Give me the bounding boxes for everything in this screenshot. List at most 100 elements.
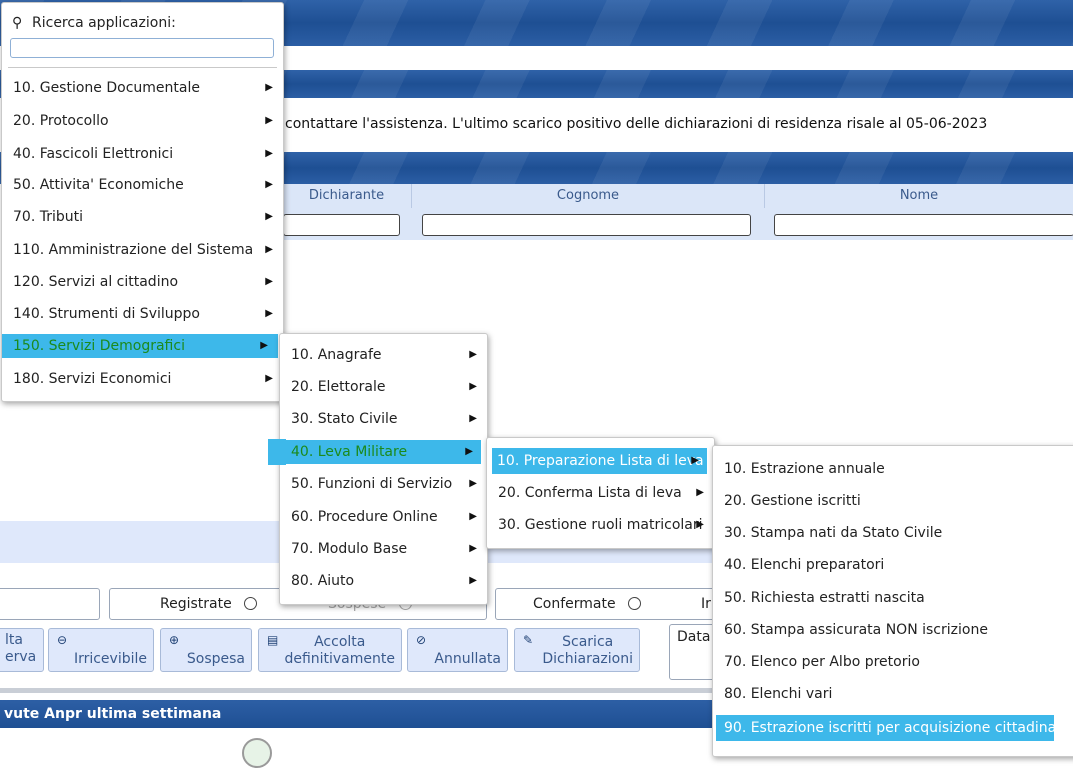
servizi-demografici-submenu: 10. Anagrafe ▶ 20. Elettorale ▶ 30. Stato … [279, 333, 488, 605]
ban-icon: ⊘ [416, 633, 427, 647]
radio-confermate-label: Confermate [533, 596, 616, 612]
button-label: Accolta [314, 634, 366, 650]
search-icon: ⚲ [12, 15, 23, 31]
menu-item-label: 110. Amministrazione del Sistema [13, 242, 254, 258]
menu-item-preparazione-lista[interactable]: 10. Preparazione Lista di leva ▶ [492, 448, 707, 474]
button-label: Annullata [434, 651, 501, 667]
menu-item-label: 50. Richiesta estratti nascita [724, 590, 925, 606]
menu-item-elenchi-preparatori[interactable]: 40. Elenchi preparatori [713, 553, 1073, 577]
column-header-label: Cognome [556, 188, 620, 203]
filter-cognome-input[interactable] [422, 214, 751, 236]
menu-item-label: 10. Preparazione Lista di leva [497, 453, 704, 469]
button-label: erva [5, 649, 37, 665]
radio-circle-icon [628, 596, 642, 610]
menu-item-servizi-cittadino[interactable]: 120. Servizi al cittadino ▶ [2, 270, 283, 294]
menu-item-procedure-online[interactable]: 60. Procedure Online ▶ [280, 505, 487, 529]
menu-item-aiuto[interactable]: 80. Aiuto ▶ [280, 569, 487, 593]
menu-item-label: 140. Strumenti di Sviluppo [13, 306, 200, 322]
radio-cut-label: Ir [701, 596, 711, 612]
annullata-button[interactable]: ⊘ Annullata [407, 628, 508, 672]
menu-item-modulo-base[interactable]: 70. Modulo Base ▶ [280, 537, 487, 561]
minus-circle-icon: ⊖ [57, 633, 68, 647]
arrow-right-icon: ▶ [265, 244, 273, 255]
arrow-right-icon: ▶ [265, 276, 273, 287]
menu-item-gestione-iscritti[interactable]: 20. Gestione iscritti [713, 489, 1073, 513]
menu-item-label: 150. Servizi Demografici [13, 338, 185, 354]
arrow-right-icon: ▶ [265, 211, 273, 222]
column-header-cognome[interactable]: Cognome [412, 184, 765, 208]
arrow-right-icon: ▶ [260, 340, 268, 351]
menu-item-stampa-assicurata[interactable]: 60. Stampa assicurata NON iscrizione [713, 618, 1073, 642]
menu-item-label: 60. Stampa assicurata NON iscrizione [724, 622, 988, 638]
menu-item-anagrafe[interactable]: 10. Anagrafe ▶ [280, 343, 487, 367]
menu-item-protocollo[interactable]: 20. Protocollo ▶ [2, 109, 283, 133]
sospesa-button[interactable]: ⊕ Sospesa [160, 628, 252, 672]
data-label: Data [677, 629, 711, 645]
menu-item-label: 20. Protocollo [13, 113, 109, 129]
preparazione-lista-submenu: 10. Estrazione annuale 20. Gestione iscr… [712, 445, 1073, 757]
column-header-nome[interactable]: Nome [765, 184, 1073, 208]
menu-item-funzioni-servizio[interactable]: 50. Funzioni di Servizio ▶ [280, 472, 487, 496]
arrow-right-icon: ▶ [469, 575, 477, 586]
filter-dichiarante-input[interactable] [283, 214, 400, 236]
radio-confermate[interactable]: Confermate [533, 589, 642, 619]
up-circle-icon: ⊕ [169, 633, 180, 647]
column-header-label: Nome [899, 188, 939, 203]
button-label: Dichiarazioni [542, 651, 633, 667]
arrow-right-icon: ▶ [696, 487, 704, 498]
menu-item-label: 20. Gestione iscritti [724, 493, 861, 509]
section-title: vute Anpr ultima settimana [4, 706, 222, 722]
menu-item-label: 30. Stato Civile [291, 411, 398, 427]
arrow-right-icon: ▶ [691, 455, 699, 466]
menu-item-leva-militare[interactable]: 40. Leva Militare ▶ [286, 440, 481, 464]
column-header-dichiarante[interactable]: Dichiarante [282, 184, 412, 208]
menu-item-attivita-economiche[interactable]: 50. Attivita' Economiche ▶ [2, 173, 283, 197]
button-label: Irricevibile [73, 651, 147, 667]
menu-item-label: 120. Servizi al cittadino [13, 274, 179, 290]
scarica-dichiarazioni-button[interactable]: ✎ Scarica Dichiarazioni [514, 628, 640, 672]
status-dot [242, 738, 272, 768]
leva-militare-submenu: 10. Preparazione Lista di leva ▶ 20. Conf… [486, 437, 715, 549]
arrow-right-icon: ▶ [265, 148, 273, 159]
search-input[interactable] [10, 38, 274, 58]
accolta-riserva-button[interactable]: lta erva [0, 628, 44, 672]
filter-nome-input[interactable] [774, 214, 1073, 236]
menu-item-tributi[interactable]: 70. Tributi ▶ [2, 205, 283, 229]
arrow-right-icon: ▶ [469, 413, 477, 424]
menu-item-gestione-ruoli[interactable]: 30. Gestione ruoli matricolari ▶ [487, 513, 714, 537]
menu-item-label: 10. Anagrafe [291, 347, 382, 363]
menu-item-elenchi-vari[interactable]: 80. Elenchi vari [713, 682, 1073, 706]
menu-item-conferma-lista[interactable]: 20. Conferma Lista di leva ▶ [487, 481, 714, 505]
selection-marker [268, 439, 286, 465]
radio-circle-icon [244, 596, 258, 610]
menu-item-amministrazione-sistema[interactable]: 110. Amministrazione del Sistema ▶ [2, 238, 283, 262]
menu-item-richiesta-estratti[interactable]: 50. Richiesta estratti nascita [713, 586, 1073, 610]
arrow-right-icon: ▶ [265, 373, 273, 384]
arrow-right-icon: ▶ [469, 478, 477, 489]
menu-item-servizi-demografici[interactable]: 150. Servizi Demografici ▶ [2, 334, 278, 358]
search-label: Ricerca applicazioni: [32, 15, 176, 31]
menu-item-label: 40. Fascicoli Elettronici [13, 146, 174, 162]
menu-item-stato-civile[interactable]: 30. Stato Civile ▶ [280, 407, 487, 431]
edit-icon: ✎ [523, 633, 534, 647]
menu-item-label: 90. Estrazione iscritti per acquisizione… [724, 720, 1073, 736]
menu-item-servizi-economici[interactable]: 180. Servizi Economici ▶ [2, 367, 283, 391]
irricevibile-button[interactable]: ⊖ Irricevibile [48, 628, 154, 672]
radio-registrate[interactable]: Registrate [160, 589, 258, 619]
menu-item-fascicoli-elettronici[interactable]: 40. Fascicoli Elettronici ▶ [2, 142, 283, 166]
menu-item-gestione-documentale[interactable]: 10. Gestione Documentale ▶ [2, 76, 283, 100]
menu-item-label: 80. Aiuto [291, 573, 355, 589]
button-label: Scarica [562, 634, 614, 650]
filter-box-left [0, 588, 100, 620]
button-label: lta [5, 632, 23, 648]
menu-item-label: 70. Elenco per Albo pretorio [724, 654, 920, 670]
menu-item-elettorale[interactable]: 20. Elettorale ▶ [280, 375, 487, 399]
arrow-right-icon: ▶ [469, 543, 477, 554]
menu-item-elenco-albo[interactable]: 70. Elenco per Albo pretorio [713, 650, 1073, 674]
accolta-definitivamente-button[interactable]: ▤ Accolta definitivamente [258, 628, 402, 672]
menu-item-strumenti-sviluppo[interactable]: 140. Strumenti di Sviluppo ▶ [2, 302, 283, 326]
menu-item-stampa-nati[interactable]: 30. Stampa nati da Stato Civile [713, 521, 1073, 545]
menu-item-estrazione-cittadinanza[interactable]: 90. Estrazione iscritti per acquisizione… [716, 715, 1073, 741]
menu-item-estrazione-annuale[interactable]: 10. Estrazione annuale [713, 457, 1073, 481]
info-message: contattare l'assistenza. L'ultimo scaric… [285, 116, 988, 132]
